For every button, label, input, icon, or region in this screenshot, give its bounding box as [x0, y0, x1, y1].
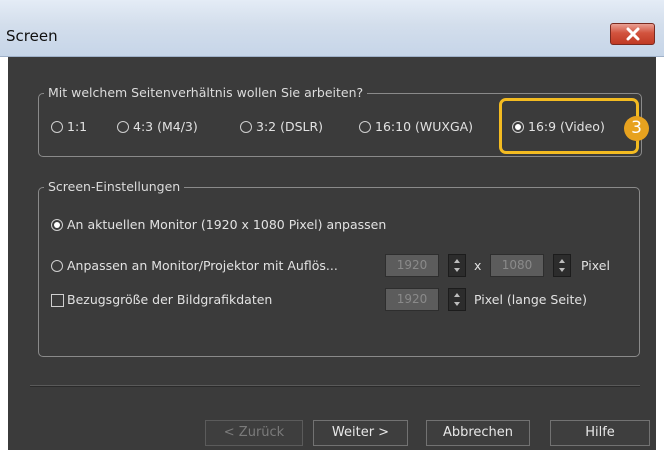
next-button[interactable]: Weiter > — [313, 420, 408, 446]
radio-current-monitor-label[interactable]: An aktuellen Monitor (1920 x 1080 Pixel)… — [67, 217, 386, 233]
radio-ratio-1-1[interactable] — [51, 121, 63, 133]
width-spinner[interactable] — [448, 254, 466, 277]
radio-ratio-3-2-label[interactable]: 3:2 (DSLR) — [256, 119, 323, 135]
reference-size-spinner[interactable] — [448, 288, 466, 311]
radio-ratio-4-3-label[interactable]: 4:3 (M4/3) — [133, 119, 198, 135]
step-badge: 3 — [624, 116, 649, 141]
radio-ratio-1-1-label[interactable]: 1:1 — [67, 119, 87, 135]
divider — [30, 385, 640, 387]
radio-ratio-3-2[interactable] — [240, 121, 252, 133]
cancel-button[interactable]: Abbrechen — [426, 420, 530, 446]
reference-size-input[interactable]: 1920 — [385, 288, 439, 311]
screen-settings-group-title: Screen-Einstellungen — [44, 179, 185, 195]
resolution-unit-label: Pixel — [581, 258, 610, 273]
back-button[interactable]: < Zurück — [205, 420, 303, 446]
height-spinner[interactable] — [553, 254, 571, 277]
close-button[interactable] — [610, 23, 655, 45]
close-icon — [626, 27, 639, 41]
reference-size-checkbox[interactable] — [51, 294, 64, 307]
window-title: Screen — [6, 27, 58, 45]
help-button[interactable]: Hilfe — [550, 420, 650, 446]
height-input[interactable]: 1080 — [490, 254, 544, 277]
spinner-arrows-icon — [454, 293, 460, 306]
radio-ratio-16-10-label[interactable]: 16:10 (WUXGA) — [375, 119, 473, 135]
radio-current-monitor[interactable] — [51, 219, 63, 231]
spinner-arrows-icon — [559, 259, 565, 272]
width-input[interactable]: 1920 — [385, 254, 439, 277]
radio-ratio-4-3[interactable] — [117, 121, 129, 133]
title-bar: Screen — [0, 0, 664, 57]
times-sign: x — [474, 258, 482, 273]
spinner-arrows-icon — [454, 259, 460, 272]
aspect-ratio-group-title: Mit welchem Seitenverhältnis wollen Sie … — [44, 85, 368, 101]
reference-size-label[interactable]: Bezugsgröße der Bildgrafikdaten — [67, 292, 272, 308]
radio-custom-resolution[interactable] — [51, 260, 63, 272]
radio-custom-resolution-label[interactable]: Anpassen an Monitor/Projektor mit Auflös… — [67, 258, 338, 274]
selection-highlight — [499, 98, 639, 154]
reference-size-unit-label: Pixel (lange Seite) — [474, 292, 587, 307]
radio-ratio-16-10[interactable] — [359, 121, 371, 133]
